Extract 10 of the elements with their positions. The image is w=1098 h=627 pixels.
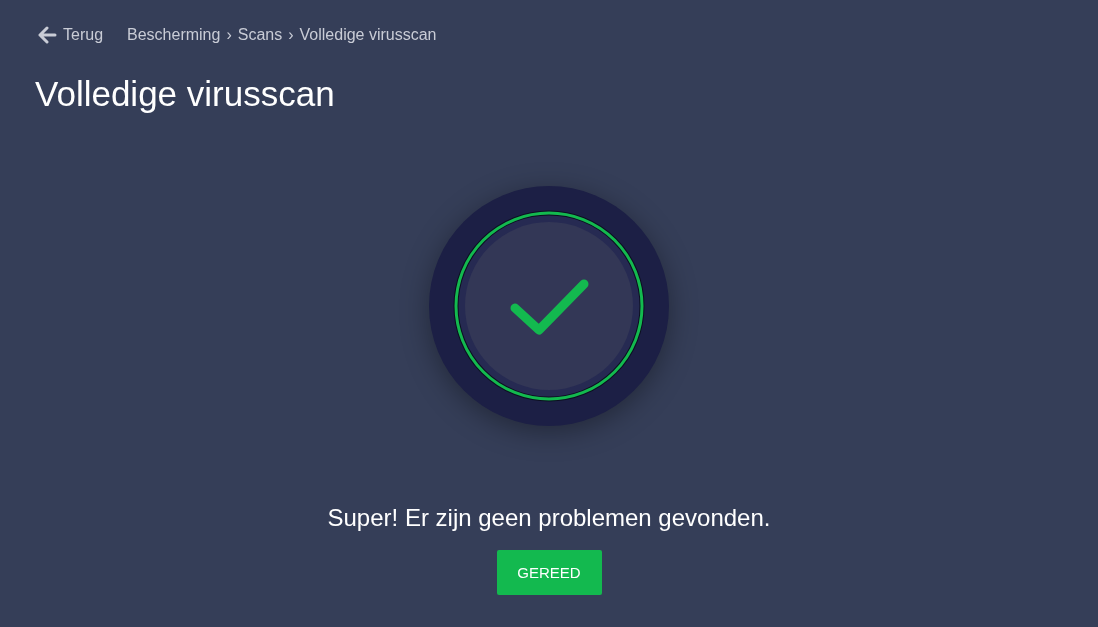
breadcrumb-separator: ›: [288, 26, 294, 44]
back-arrow-icon: [37, 26, 57, 44]
breadcrumb-item[interactable]: Bescherming: [127, 26, 221, 44]
check-badge-icon: [429, 186, 669, 426]
breadcrumb-separator: ›: [226, 26, 232, 44]
back-link[interactable]: Terug: [37, 26, 104, 44]
breadcrumb-item: Volledige virusscan: [299, 26, 437, 44]
page-title: Volledige virusscan: [35, 73, 336, 115]
breadcrumb-item[interactable]: Scans: [237, 26, 283, 44]
result-message: Super! Er zijn geen problemen gevonden.: [327, 503, 771, 533]
